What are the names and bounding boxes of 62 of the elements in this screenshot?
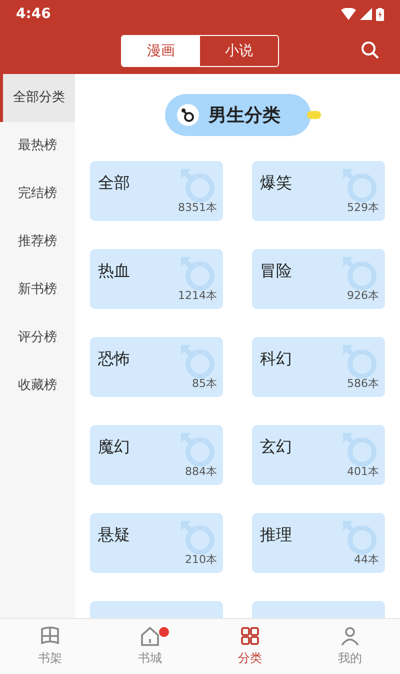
category-name: 科幻 <box>260 348 292 370</box>
sidebar-item[interactable]: 完结榜 <box>0 170 75 218</box>
category-grid-icon <box>239 626 261 646</box>
sidebar-item[interactable]: 最热榜 <box>0 122 75 170</box>
category-card[interactable]: 冒险 926本 <box>252 249 385 309</box>
book-count: 210本 <box>185 552 217 568</box>
status-time: 4:46 <box>16 4 51 24</box>
section-title: 男生分类 <box>208 104 280 128</box>
male-symbol-icon <box>341 167 377 203</box>
category-card[interactable]: 全部 8351本 <box>90 161 223 221</box>
male-symbol-icon <box>341 431 377 467</box>
category-name: 全部 <box>98 172 130 194</box>
header-tab[interactable]: 小说 <box>200 36 278 66</box>
category-name: 推理 <box>260 524 292 546</box>
category-card[interactable]: 恐怖 85本 <box>90 337 223 397</box>
book-count: 44本 <box>354 552 379 568</box>
wifi-icon <box>341 8 356 20</box>
book-count: 85本 <box>192 376 217 392</box>
home-icon <box>139 626 161 646</box>
male-symbol-icon <box>179 167 215 203</box>
battery-icon <box>376 8 384 20</box>
category-name: 冒险 <box>260 260 292 282</box>
category-card[interactable]: 热血 1214本 <box>90 249 223 309</box>
book-count: 926本 <box>347 288 379 304</box>
person-icon <box>339 626 361 646</box>
category-name: 玄幻 <box>260 436 292 458</box>
category-card[interactable]: 科幻 586本 <box>252 337 385 397</box>
category-card[interactable]: 悬疑 210本 <box>90 513 223 573</box>
category-name: 悬疑 <box>98 524 130 546</box>
category-name: 热血 <box>98 260 130 282</box>
header-tab[interactable]: 漫画 <box>122 36 200 66</box>
male-symbol-icon <box>341 519 377 555</box>
sidebar-item[interactable]: 推荐榜 <box>0 218 75 266</box>
book-count: 586本 <box>347 376 379 392</box>
category-card[interactable]: 魔幻 884本 <box>90 425 223 485</box>
signal-icon <box>360 8 372 20</box>
male-symbol-icon <box>179 431 215 467</box>
search-icon[interactable] <box>361 41 379 59</box>
male-symbol-icon <box>179 519 215 555</box>
sidebar-item[interactable]: 评分榜 <box>0 314 75 362</box>
male-symbol-icon <box>179 343 215 379</box>
sidebar-item[interactable]: 收藏榜 <box>0 362 75 410</box>
book-count: 884本 <box>185 464 217 480</box>
male-symbol-icon <box>341 255 377 291</box>
category-name: 恐怖 <box>98 348 130 370</box>
book-count: 1214本 <box>178 288 217 304</box>
sidebar-item[interactable]: 新书榜 <box>0 266 75 314</box>
male-symbol-icon <box>176 104 198 126</box>
sidebar-item[interactable]: 全部分类 <box>0 74 75 122</box>
category-card[interactable]: 玄幻 401本 <box>252 425 385 485</box>
category-name: 魔幻 <box>98 436 130 458</box>
nav-tab[interactable]: 我的 <box>300 619 400 674</box>
category-card[interactable]: 爆笑 529本 <box>252 161 385 221</box>
book-count: 8351本 <box>178 200 217 216</box>
category-name: 爆笑 <box>260 172 292 194</box>
category-card[interactable]: 推理 44本 <box>252 513 385 573</box>
nav-tab[interactable]: 分类 <box>200 619 300 674</box>
book-count: 401本 <box>347 464 379 480</box>
male-symbol-icon <box>341 343 377 379</box>
male-symbol-icon <box>179 255 215 291</box>
book-count: 529本 <box>347 200 379 216</box>
book-grid-icon <box>39 626 61 646</box>
